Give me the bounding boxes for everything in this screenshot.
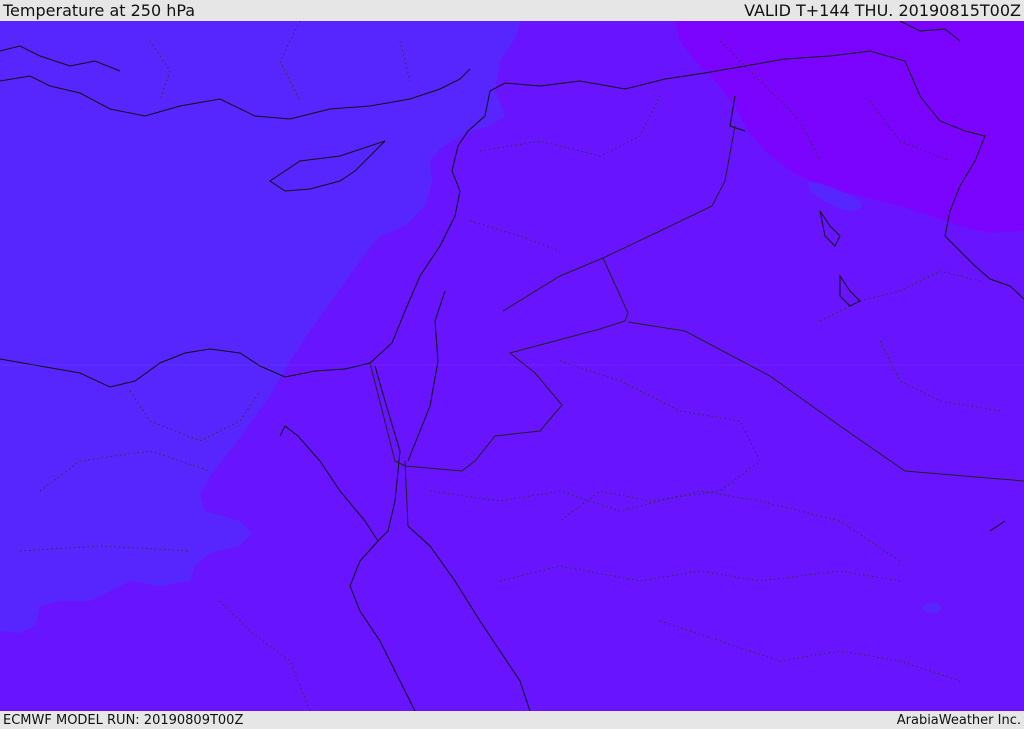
map-title: Temperature at 250 hPa xyxy=(3,1,196,20)
valid-time: VALID T+144 THU. 20190815T00Z xyxy=(744,1,1021,20)
weather-map-frame: Temperature at 250 hPa VALID T+144 THU. … xyxy=(0,0,1024,729)
header-bar: Temperature at 250 hPa VALID T+144 THU. … xyxy=(0,0,1024,21)
footer-bar: ECMWF MODEL RUN: 20190809T00Z ArabiaWeat… xyxy=(0,711,1024,729)
temperature-spot xyxy=(923,603,941,613)
credit: ArabiaWeather Inc. xyxy=(896,712,1021,728)
map-canvas xyxy=(0,21,1024,711)
model-run: ECMWF MODEL RUN: 20190809T00Z xyxy=(3,712,244,728)
map-area xyxy=(0,21,1024,711)
